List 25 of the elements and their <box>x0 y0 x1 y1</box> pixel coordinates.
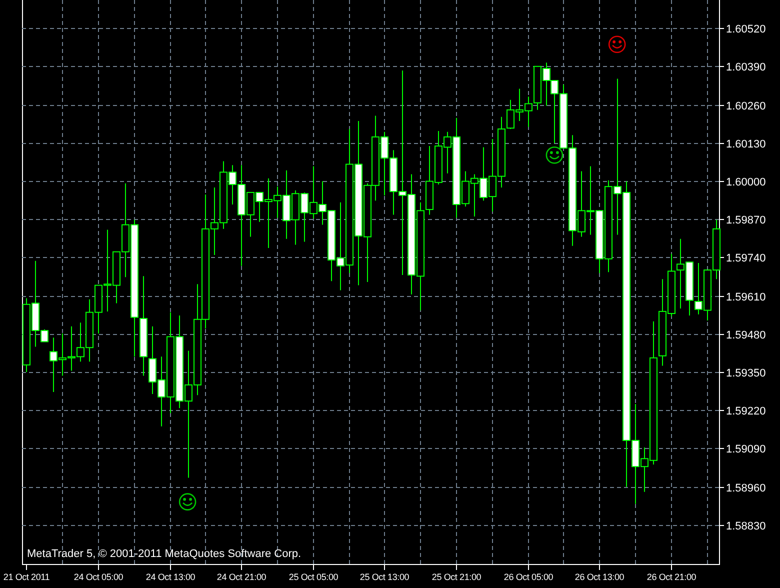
time-label: 24 Oct 21:00 <box>216 572 266 582</box>
price-label: 1.58960 <box>726 482 766 494</box>
price-label: 1.60390 <box>726 62 766 74</box>
time-label: 21 Oct 2011 <box>3 572 50 582</box>
price-label: 1.59480 <box>726 330 766 342</box>
price-label: 1.59350 <box>726 368 766 380</box>
time-label: 25 Oct 13:00 <box>360 572 410 582</box>
time-label: 24 Oct 05:00 <box>74 572 124 582</box>
time-label: 24 Oct 13:00 <box>146 572 196 582</box>
price-label: 1.60130 <box>726 138 766 150</box>
price-label: 1.59090 <box>726 444 766 456</box>
price-label: 1.59220 <box>726 406 766 418</box>
price-label: 1.60260 <box>726 100 766 112</box>
time-label: 26 Oct 05:00 <box>504 572 554 582</box>
copyright-text: MetaTrader 5, © 2001-2011 MetaQuotes Software Corp. <box>27 548 302 560</box>
price-label: 1.60000 <box>726 176 766 188</box>
time-label: 26 Oct 13:00 <box>574 572 624 582</box>
price-label: 1.59740 <box>726 252 766 264</box>
price-label: 1.59870 <box>726 214 766 226</box>
time-label: 25 Oct 05:00 <box>288 572 338 582</box>
time-label: 25 Oct 21:00 <box>432 572 482 582</box>
price-label: 1.60520 <box>726 24 766 36</box>
time-label: 26 Oct 21:00 <box>646 572 696 582</box>
price-label: 1.58830 <box>726 520 766 532</box>
price-label: 1.59610 <box>726 292 766 304</box>
